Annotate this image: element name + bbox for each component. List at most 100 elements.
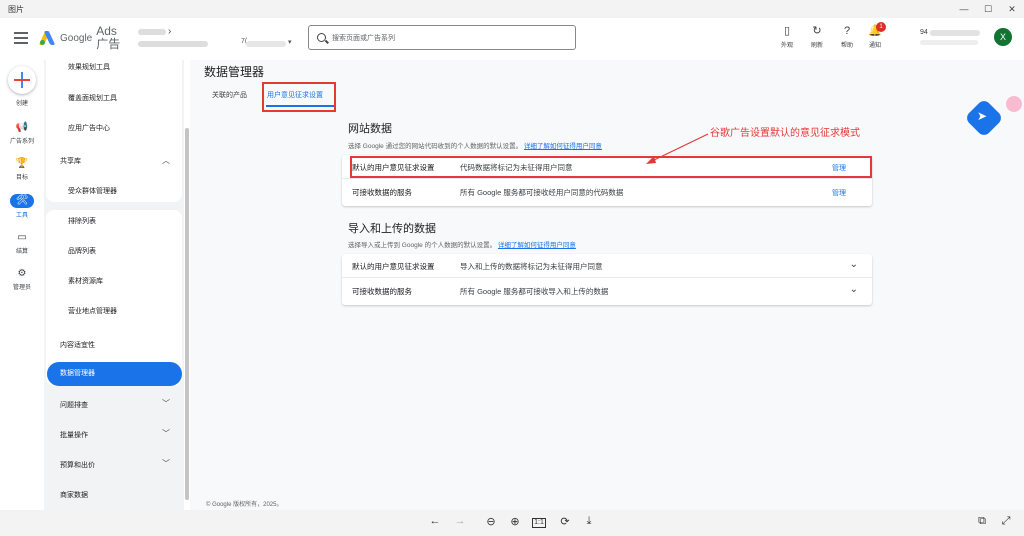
user-id: 94 bbox=[920, 29, 928, 36]
upload-desc-text: 选择导入或上传到 Google 的个人数据的默认设置。 bbox=[348, 242, 497, 249]
annotation-text: 谷歌广告设置默认的意见征求模式 bbox=[710, 128, 860, 139]
nav-troubleshooting[interactable]: 问题排查 bbox=[60, 400, 88, 410]
gear-icon: ⚙ bbox=[17, 268, 27, 279]
website-services-row[interactable]: 可接收数据的服务 所有 Google 服务都可接收经用户同意的代码数据 管理 bbox=[342, 180, 872, 204]
notifications-label: 通知 bbox=[868, 43, 881, 49]
upload-default-consent-row[interactable]: 默认的用户意见征求设置 导入和上传的数据将标记为未征得用户同意 ⌄ bbox=[342, 254, 872, 278]
create-button[interactable] bbox=[8, 66, 36, 94]
account-path-redacted bbox=[138, 41, 208, 47]
avatar[interactable]: X bbox=[994, 28, 1012, 46]
annotation-tab-box bbox=[262, 82, 336, 112]
nav-bulk-actions[interactable]: 批量操作 bbox=[60, 430, 88, 440]
nav-data-manager[interactable]: 数据管理器 bbox=[47, 362, 182, 386]
tab-linked-products[interactable]: 关联的产品 bbox=[212, 90, 247, 100]
upload-data-card: 默认的用户意见征求设置 导入和上传的数据将标记为未征得用户同意 ⌄ 可接收数据的… bbox=[342, 254, 872, 305]
upload-learn-more-link[interactable]: 详细了解如何征得用户同意 bbox=[498, 242, 576, 249]
help-button[interactable]: ? 帮助 bbox=[832, 24, 862, 49]
bird-icon: ➤ bbox=[977, 109, 988, 123]
notifications-button[interactable]: 🔔 1 通知 bbox=[860, 22, 890, 49]
tools-label: 工具 bbox=[15, 213, 28, 219]
refresh-button[interactable]: ↻ 刷新 bbox=[802, 24, 832, 49]
nav-scrollbar[interactable] bbox=[185, 128, 189, 500]
prev-image-button[interactable]: ← bbox=[427, 515, 443, 527]
appearance-label: 外观 bbox=[780, 43, 793, 49]
floating-pink-widget[interactable] bbox=[1006, 96, 1022, 112]
website-learn-more-link[interactable]: 详细了解如何征得用户同意 bbox=[524, 143, 602, 150]
nav-content-suitability[interactable]: 内容适宜性 bbox=[60, 340, 95, 350]
notification-badge: 1 bbox=[876, 22, 886, 32]
appearance-icon: ▯ bbox=[783, 25, 791, 37]
goals-label: 目标 bbox=[15, 175, 28, 181]
campaigns-label: 广告系列 bbox=[9, 139, 34, 145]
upload-services-row[interactable]: 可接收数据的服务 所有 Google 服务都可接收导入和上传的数据 ⌄ bbox=[342, 279, 872, 303]
billing-label: 结算 bbox=[15, 249, 28, 255]
user-id-redacted bbox=[930, 30, 980, 36]
refresh-label: 刷新 bbox=[810, 43, 823, 49]
website-data-title: 网站数据 bbox=[348, 123, 392, 135]
upload-data-desc: 选择导入或上传到 Google 的个人数据的默认设置。 详细了解如何征得用户同意 bbox=[348, 239, 576, 249]
rail-item-billing[interactable]: ▭ 结算 bbox=[0, 232, 44, 255]
window-titlebar: 图片 — ☐ ✕ bbox=[0, 0, 1024, 18]
close-window-button[interactable]: ✕ bbox=[1000, 0, 1024, 18]
rail-item-tools[interactable]: 🛠 工具 bbox=[0, 194, 44, 219]
logo-ads-text: Ads 广告 bbox=[96, 25, 120, 51]
nav-item-reach-planner[interactable]: 覆盖面规划工具 bbox=[68, 93, 117, 103]
zoom-in-button[interactable]: ⊕ bbox=[507, 515, 523, 528]
nav-item-location-manager[interactable]: 营业地点管理器 bbox=[68, 306, 117, 316]
nav-item-exclusion-lists[interactable]: 排除列表 bbox=[68, 216, 96, 226]
ads-logo-icon bbox=[38, 31, 56, 45]
nav-item-audience-manager[interactable]: 受众群体管理器 bbox=[68, 186, 117, 196]
search-input[interactable]: 搜索页面或广告系列 bbox=[308, 25, 576, 50]
rail-item-campaigns[interactable]: 📢 广告系列 bbox=[0, 122, 44, 145]
nav-item-performance-planner[interactable]: 效果规划工具 bbox=[68, 62, 110, 72]
trophy-icon: 🏆 bbox=[15, 158, 29, 169]
rotate-button[interactable]: ⟳ bbox=[557, 515, 573, 528]
rail-item-admin[interactable]: ⚙ 管理员 bbox=[0, 268, 44, 291]
save-image-button[interactable]: ⤓ bbox=[581, 515, 597, 528]
chevron-down-icon[interactable]: ﹀ bbox=[162, 428, 170, 439]
window-mode-button[interactable]: ⧉ bbox=[974, 515, 990, 528]
logo-ads-cn: 广告 bbox=[96, 37, 121, 51]
nav-budgets-bidding[interactable]: 预算和出价 bbox=[60, 460, 95, 470]
actual-size-button[interactable]: 1:1 bbox=[532, 518, 546, 528]
account-number-redacted bbox=[246, 41, 286, 47]
nav-card-shared-library bbox=[46, 210, 182, 386]
rail-item-goals[interactable]: 🏆 目标 bbox=[0, 158, 44, 181]
nav-business-data[interactable]: 商家数据 bbox=[60, 490, 88, 500]
icon-rail: 创建 📢 广告系列 🏆 目标 🛠 工具 ▭ 结算 ⚙ 管理员 bbox=[0, 60, 44, 510]
website-desc-text: 选择 Google 通过您的网站代码收到的个人数据的默认设置。 bbox=[348, 143, 523, 150]
next-image-button[interactable]: → bbox=[452, 515, 468, 527]
admin-label: 管理员 bbox=[12, 285, 31, 291]
image-viewer-toolbar: ← → ⊖ ⊕ 1:1 ⟳ ⤓ ⧉ ⤢ bbox=[0, 510, 1024, 536]
nav-item-brand-lists[interactable]: 品牌列表 bbox=[68, 246, 96, 256]
hamburger-menu-icon[interactable] bbox=[14, 32, 28, 44]
nav-shared-library[interactable]: 共享库 bbox=[60, 156, 81, 166]
search-placeholder: 搜索页面或广告系列 bbox=[332, 34, 395, 42]
tools-nav-panel: 效果规划工具 覆盖面规划工具 应用广告中心 共享库 ︿ 受众群体管理器 排除列表… bbox=[44, 60, 184, 510]
manage-link[interactable]: 管理 bbox=[832, 188, 846, 198]
row-value: 所有 Google 服务都可接收导入和上传的数据 bbox=[460, 287, 609, 296]
chevron-down-icon[interactable]: ﹀ bbox=[162, 398, 170, 409]
ads-header: Google Ads 广告 › 7( ▾ 搜索页面或广告系列 ▯ 外观 ↻ 刷新… bbox=[0, 18, 1024, 60]
chevron-down-icon[interactable]: ⌄ bbox=[850, 259, 858, 270]
annotation-arrow bbox=[646, 133, 709, 164]
zoom-out-button[interactable]: ⊖ bbox=[483, 515, 499, 528]
minimize-button[interactable]: — bbox=[952, 0, 976, 18]
help-label: 帮助 bbox=[840, 43, 853, 49]
account-selector[interactable]: › 7( ▾ bbox=[138, 26, 298, 52]
create-label: 创建 bbox=[15, 101, 28, 107]
nav-item-app-ads-hub[interactable]: 应用广告中心 bbox=[68, 123, 110, 133]
google-ads-logo[interactable]: Google Ads 广告 bbox=[38, 25, 120, 51]
upload-data-title: 导入和上传的数据 bbox=[348, 223, 436, 235]
chevron-up-icon[interactable]: ︿ bbox=[162, 155, 170, 166]
rail-create-label: 创建 bbox=[0, 96, 44, 107]
fullscreen-icon[interactable]: ⤢ bbox=[998, 515, 1014, 528]
maximize-button[interactable]: ☐ bbox=[976, 0, 1000, 18]
appearance-button[interactable]: ▯ 外观 bbox=[772, 24, 802, 49]
nav-item-asset-library[interactable]: 素材资源库 bbox=[68, 276, 103, 286]
chevron-down-icon[interactable]: ⌄ bbox=[850, 284, 858, 295]
account-name-redacted bbox=[138, 29, 166, 35]
chevron-down-icon[interactable]: ﹀ bbox=[162, 458, 170, 469]
row-key: 默认的用户意见征求设置 bbox=[352, 262, 435, 271]
row-key: 可接收数据的服务 bbox=[352, 188, 412, 197]
